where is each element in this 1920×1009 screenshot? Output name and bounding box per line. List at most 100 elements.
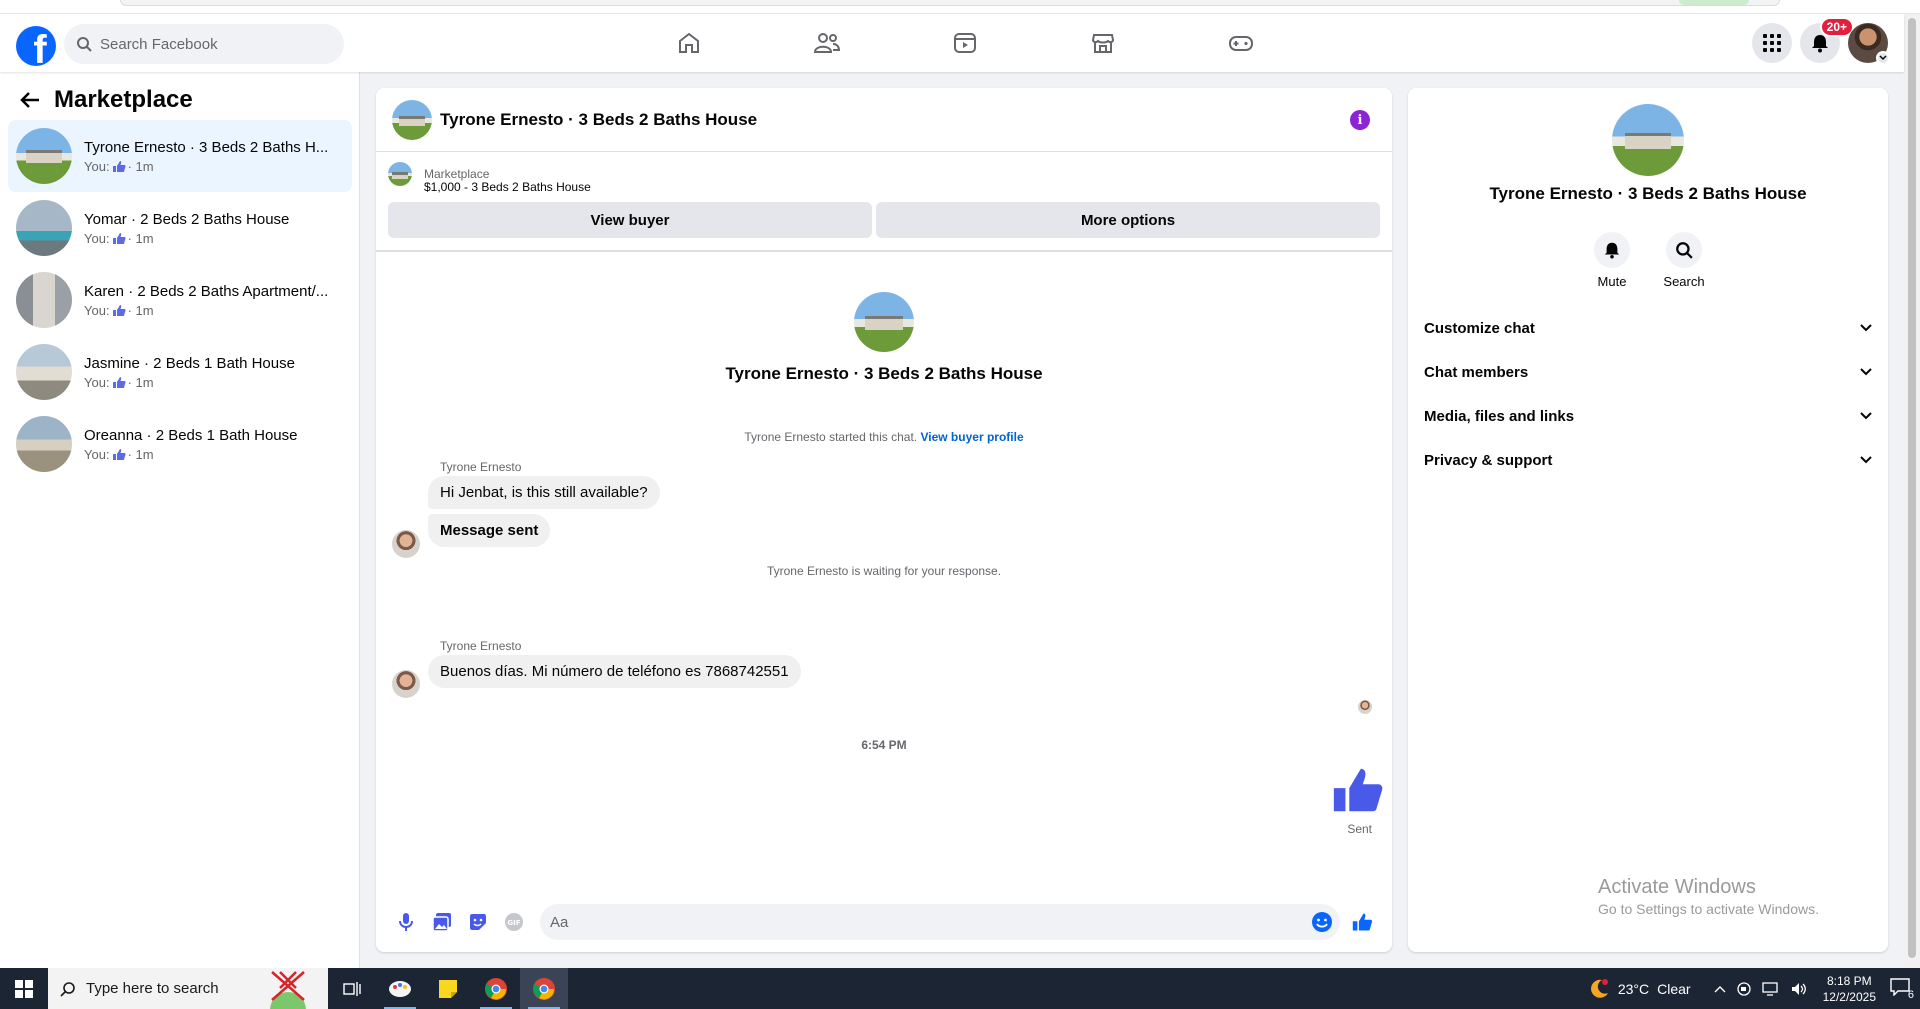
taskbar-app-paint[interactable] [376, 968, 424, 1009]
taskbar-app-chrome[interactable] [472, 968, 520, 1009]
last-message-prefix: You: [84, 446, 110, 462]
last-message-time: · 1m [127, 158, 154, 174]
nav-video[interactable] [896, 14, 1034, 72]
last-message-prefix: You: [84, 374, 110, 390]
page-title: Marketplace [54, 86, 193, 113]
last-message-prefix: You: [84, 230, 110, 246]
last-message-prefix: You: [84, 158, 110, 174]
notification-center-count: 6 [1907, 989, 1914, 1001]
weather-widget[interactable]: 23°C Clear [1588, 978, 1691, 1000]
paint-app-icon [389, 980, 411, 997]
chevron-down-icon [1860, 324, 1872, 332]
chat-title[interactable]: Tyrone Ernesto · 3 Beds 2 Baths House [440, 110, 757, 130]
sender-name: Tyrone Ernesto [440, 460, 522, 474]
section-label: Chat members [1424, 363, 1529, 381]
search-box[interactable] [64, 24, 344, 64]
more-options-button[interactable]: More options [876, 202, 1380, 238]
search-icon [1676, 242, 1693, 259]
notification-center-button[interactable]: 6 [1890, 978, 1914, 1001]
back-arrow-icon[interactable] [20, 91, 40, 109]
network-icon[interactable] [1761, 981, 1780, 997]
sticker-button[interactable] [460, 904, 496, 940]
nav-friends[interactable] [758, 14, 896, 72]
gif-button[interactable]: GIF [496, 904, 532, 940]
conversation-title: Oreanna · 2 Beds 1 Bath House [84, 426, 298, 444]
voice-clip-button[interactable] [388, 904, 424, 940]
view-buyer-profile-link[interactable]: View buyer profile [920, 430, 1023, 444]
taskbar-search-text: Type here to search [86, 980, 219, 997]
section-privacy-support[interactable]: Privacy & support [1416, 438, 1880, 482]
marketplace-sidebar: Marketplace Tyrone Ernesto · 3 Beds 2 Ba… [0, 72, 360, 968]
listing-bar: Marketplace $1,000 - 3 Beds 2 Baths Hous… [376, 152, 1392, 252]
large-thumbs-up-icon[interactable] [1330, 764, 1384, 816]
sender-name: Tyrone Ernesto [440, 639, 522, 653]
emoji-icon[interactable] [1310, 910, 1334, 934]
facebook-logo-icon[interactable]: f [16, 26, 56, 66]
search-in-chat-button[interactable]: Search [1663, 232, 1705, 289]
gif-icon: GIF [505, 913, 523, 931]
conversation-item[interactable]: Tyrone Ernesto · 3 Beds 2 Baths H... You… [8, 120, 352, 192]
main-nav [620, 14, 1310, 72]
seen-indicator-avatar [1358, 700, 1372, 714]
home-icon [679, 32, 699, 53]
chevron-down-icon [1860, 412, 1872, 420]
section-media-files-links[interactable]: Media, files and links [1416, 394, 1880, 438]
chrome-icon [533, 977, 555, 1000]
nav-marketplace[interactable] [1034, 14, 1172, 72]
menu-button[interactable] [1752, 23, 1792, 63]
conversation-item[interactable]: Jasmine · 2 Beds 1 Bath House You: · 1m [8, 336, 352, 408]
view-buyer-button[interactable]: View buyer [388, 202, 873, 238]
message-bubble[interactable]: Hi Jenbat, is this still available? [428, 476, 660, 509]
clock-time: 8:18 PM [1826, 973, 1872, 988]
sender-avatar[interactable] [392, 530, 420, 558]
info-icon[interactable]: i [1350, 110, 1370, 130]
photo-icon [432, 913, 451, 932]
conversation-item[interactable]: Yomar · 2 Beds 2 Baths House You: · 1m [8, 192, 352, 264]
page-scrollbar[interactable] [1904, 14, 1920, 968]
chevron-up-icon[interactable] [1714, 985, 1726, 993]
top-navbar: f 20+ [0, 14, 1904, 72]
message-input[interactable] [550, 913, 1310, 931]
taskbar-app-chrome-active[interactable] [520, 968, 568, 1009]
taskbar-search[interactable]: Type here to search [48, 968, 328, 1009]
nav-gaming[interactable] [1172, 14, 1310, 72]
listing-thumbnail [388, 162, 412, 186]
send-like-button[interactable] [1344, 904, 1380, 940]
listing-price-title[interactable]: $1,000 - 3 Beds 2 Baths House [424, 180, 1380, 194]
thumbs-up-icon [112, 376, 126, 388]
conversation-item[interactable]: Karen · 2 Beds 2 Baths Apartment/... You… [8, 264, 352, 336]
nav-home[interactable] [620, 14, 758, 72]
taskbar-app-sticky-notes[interactable] [424, 968, 472, 1009]
message-bubble[interactable]: Message sent [428, 514, 551, 547]
section-chat-members[interactable]: Chat members [1416, 350, 1880, 394]
attach-photo-button[interactable] [424, 904, 460, 940]
chevron-down-icon [1876, 51, 1890, 65]
volume-icon[interactable] [1790, 981, 1808, 997]
sender-avatar[interactable] [392, 670, 420, 698]
conversation-list: Tyrone Ernesto · 3 Beds 2 Baths H... You… [8, 120, 352, 480]
notifications-button[interactable]: 20+ [1800, 17, 1854, 63]
conversation-item[interactable]: Oreanna · 2 Beds 1 Bath House You: · 1m [8, 408, 352, 480]
section-label: Customize chat [1424, 319, 1535, 337]
info-title: Tyrone Ernesto · 3 Beds 2 Baths House [1489, 184, 1807, 203]
section-label: Media, files and links [1424, 407, 1575, 425]
profile-avatar[interactable] [1848, 23, 1890, 65]
search-input[interactable] [100, 35, 320, 53]
thumbs-up-icon [112, 304, 126, 316]
bell-icon [1604, 242, 1620, 259]
task-view-button[interactable] [328, 968, 376, 1009]
chat-avatar[interactable] [392, 99, 432, 140]
section-customize-chat[interactable]: Customize chat [1416, 306, 1880, 350]
mute-label: Mute [1597, 274, 1627, 289]
windows-taskbar: Type here to search 23°C Clear 8:18 PM 1… [0, 968, 1920, 1009]
mute-button[interactable]: Mute [1594, 232, 1630, 289]
message-thread: Tyrone Ernesto · 3 Beds 2 Baths House Ty… [376, 252, 1392, 892]
thumbs-up-icon [1352, 913, 1373, 931]
meet-now-icon[interactable] [1736, 981, 1752, 997]
last-message-time: · 1m [127, 446, 154, 462]
conversation-title: Karen · 2 Beds 2 Baths Apartment/... [84, 282, 329, 300]
system-clock[interactable]: 8:18 PM 12/2/2025 [1823, 973, 1876, 1005]
message-bubble[interactable]: Buenos días. Mi número de teléfono es 78… [428, 655, 801, 688]
waiting-notice: Tyrone Ernesto is waiting for your respo… [766, 564, 1002, 578]
start-button[interactable] [0, 968, 48, 1009]
